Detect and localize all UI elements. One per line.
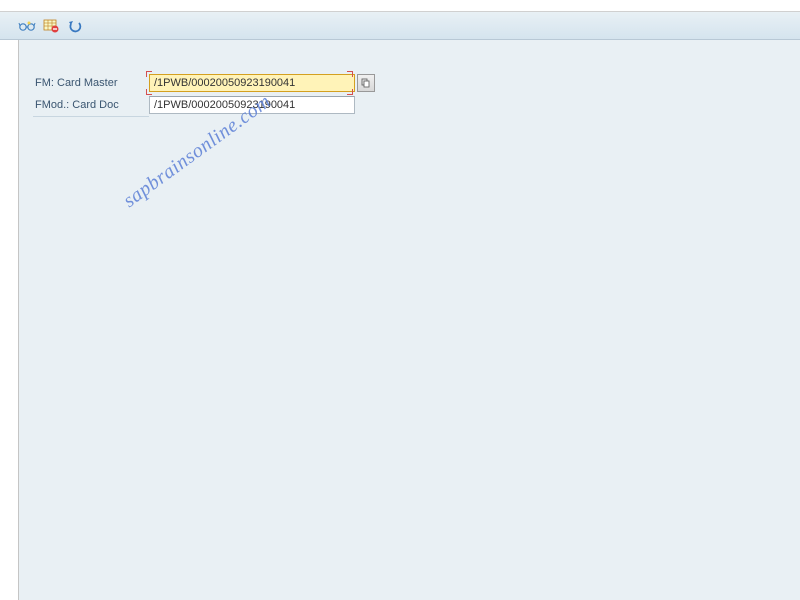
toolbar (0, 12, 800, 40)
form-container: FM: Card Master FMod.: Card Doc (19, 40, 800, 117)
input-card-master[interactable] (149, 74, 355, 92)
row-card-master: FM: Card Master (33, 72, 800, 94)
undo-icon[interactable] (66, 17, 84, 35)
input-wrap-card-doc (149, 96, 355, 114)
row-card-doc: FMod.: Card Doc (33, 94, 800, 116)
table-red-icon[interactable] (42, 17, 60, 35)
label-card-master: FM: Card Master (33, 77, 149, 89)
label-card-doc: FMod.: Card Doc (33, 99, 149, 111)
input-card-doc[interactable] (149, 96, 355, 114)
input-wrap-card-master (149, 74, 375, 92)
value-help-button[interactable] (357, 74, 375, 92)
content-area: FM: Card Master FMod.: Card Doc (18, 40, 800, 600)
label-underline (33, 116, 149, 117)
glasses-icon[interactable] (18, 17, 36, 35)
top-bar (0, 0, 800, 12)
